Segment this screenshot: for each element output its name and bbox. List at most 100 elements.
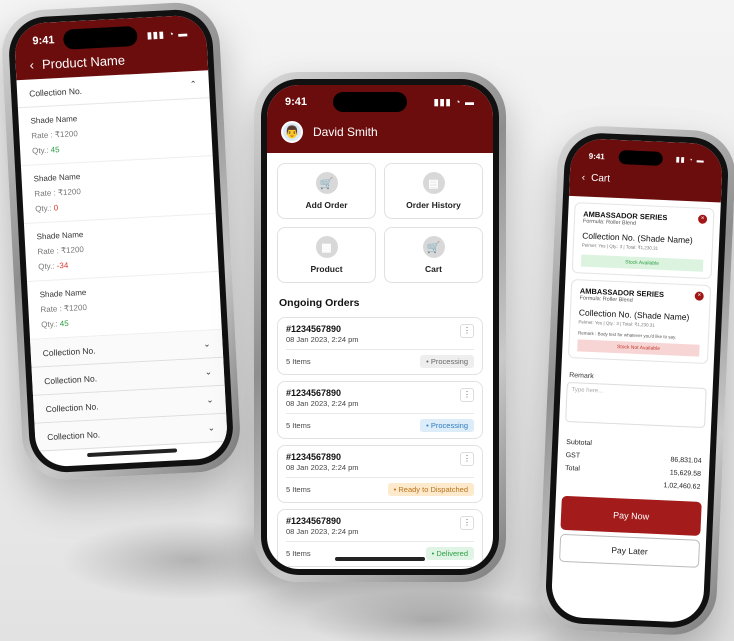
cart-add-icon: 🛒 (315, 172, 338, 194)
order-card[interactable]: ⋮ #1234567890 08 Jan 2023, 2:24 pm 5 Ite… (277, 317, 483, 375)
cart-header: 9:41 ▮▮ ◔ ▬ ‹ Cart (568, 137, 724, 203)
status-text: Processing (430, 357, 468, 366)
status-badge: • Processing (420, 419, 474, 432)
order-date: 08 Jan 2023, 2:24 pm (286, 335, 474, 350)
qty-value: 45 (59, 318, 69, 329)
gst-label: GST (565, 451, 581, 460)
pay-now-button[interactable]: Pay Now (560, 495, 702, 536)
shade-item[interactable]: Shade Name Rate : ₹1200 Qty.: 45 (27, 271, 222, 340)
status-time: 9:41 (588, 151, 605, 161)
status-text: Processing (430, 421, 468, 430)
shade-item[interactable]: Shade Name Rate : ₹1200 Qty.: 0 (20, 156, 216, 225)
total-label: Total (564, 464, 581, 473)
page-title: Cart (590, 172, 611, 185)
remark-input[interactable]: Type here... (565, 381, 707, 429)
dynamic-island (63, 25, 139, 50)
phone-product-screen: 9:41 ▮▮▮ ◔ ▬ ‹ Product Name Collection No… (0, 0, 243, 482)
boxes-icon: ▦ (315, 236, 338, 258)
signal-icon: ▮▮▮ ◔ ▬ (146, 27, 189, 40)
order-id: #1234567890 (286, 452, 342, 462)
status-badge: • Ready to Dispatched (387, 483, 474, 496)
collection-label: Collection No. (42, 344, 96, 358)
more-options-icon[interactable]: ⋮ (460, 516, 474, 530)
dynamic-island (618, 149, 663, 166)
pay-later-button[interactable]: Pay Later (559, 533, 701, 568)
cart-item[interactable]: × AMBASSADOR SERIES Formula: Roller Blen… (571, 202, 715, 280)
order-id: #1234567890 (286, 388, 342, 398)
tile-product[interactable]: ▦ Product (277, 227, 376, 283)
home-indicator (87, 448, 178, 458)
qty-value: -34 (56, 260, 69, 271)
qty-label: Qty.: (41, 319, 58, 330)
phone-cart-screen: 9:41 ▮▮ ◔ ▬ ‹ Cart × AMBASSADOR SERIES For… (537, 124, 734, 637)
status-time: 9:41 (285, 96, 308, 108)
home-indicator (335, 557, 425, 561)
product-header: 9:41 ▮▮▮ ◔ ▬ ‹ Product Name (13, 14, 209, 81)
more-options-icon[interactable]: ⋮ (460, 452, 474, 466)
order-card[interactable]: ⋮ #1234567890 08 Jan 2023, 2:24 pm 5 Ite… (277, 381, 483, 439)
stock-status: Stock Not Available (577, 339, 700, 357)
item-remark: Remark : Body text for whatever you'd li… (577, 330, 677, 340)
subtotal-value: 86,831.04 (670, 456, 702, 465)
collection-label: Collection No. (28, 85, 83, 99)
gst-value: 15,629.58 (669, 469, 702, 478)
chevron-down-icon: ⌄ (203, 338, 211, 349)
order-card[interactable]: ⋮ #1234567890 08 Jan 2023, 2:24 pm 5 Ite… (277, 445, 483, 503)
order-items: 5 Items (286, 357, 311, 366)
qty-value: 45 (50, 145, 60, 155)
signal-icon: ▮▮ ◔ ▬ (675, 156, 705, 165)
remove-icon[interactable]: × (694, 291, 704, 301)
status-time: 9:41 (32, 34, 55, 48)
remove-icon[interactable]: × (697, 214, 708, 224)
tile-label: Order History (406, 200, 461, 210)
shade-item[interactable]: Shade Name Rate : ₹1200 Qty.: 45 (17, 98, 213, 167)
collection-label: Collection No. (45, 400, 99, 414)
qty-value: 0 (53, 203, 59, 213)
cart-item[interactable]: × AMBASSADOR SERIES Formula: Roller Blen… (567, 279, 712, 365)
qty-label: Qty.: (34, 203, 52, 214)
order-items: 5 Items (286, 421, 311, 430)
subtotal-label: Subtotal (566, 438, 593, 448)
shade-item[interactable]: Shade Name Rate : ₹1200 Qty.: -34 (23, 214, 219, 282)
avatar[interactable]: 👨 (281, 121, 303, 143)
order-items: 5 Items (286, 485, 311, 494)
tile-cart[interactable]: 🛒 Cart (384, 227, 483, 283)
dynamic-island (333, 92, 408, 112)
chevron-up-icon: ⌃ (189, 78, 198, 90)
cart-icon: 🛒 (422, 236, 445, 258)
order-id: #1234567890 (286, 324, 342, 334)
order-date: 08 Jan 2023, 2:24 pm (286, 527, 474, 542)
page-title: Product Name (41, 52, 126, 72)
tile-order-history[interactable]: ▤ Order History (384, 163, 483, 219)
chevron-down-icon: ⌄ (206, 394, 214, 405)
user-name: David Smith (313, 125, 378, 139)
phone-home-screen: 9:41 ▮▮▮ ◔ ▬ 👨 David Smith 🛒 Add Order ▤ Ord… (254, 72, 506, 582)
status-text: Delivered (436, 549, 468, 558)
order-date: 08 Jan 2023, 2:24 pm (286, 463, 474, 478)
tile-add-order[interactable]: 🛒 Add Order (277, 163, 376, 219)
order-items: 5 Items (286, 549, 311, 558)
signal-icon: ▮▮▮ ◔ ▬ (433, 96, 475, 107)
order-id: #1234567890 (286, 516, 342, 526)
tile-label: Cart (424, 264, 442, 274)
home-header: 9:41 ▮▮▮ ◔ ▬ 👨 David Smith (267, 85, 493, 153)
floor-shadow (300, 590, 560, 641)
section-title: Ongoing Orders (279, 297, 360, 309)
back-icon[interactable]: ‹ (582, 172, 586, 183)
more-options-icon[interactable]: ⋮ (460, 388, 474, 402)
qty-label: Qty.: (38, 261, 55, 272)
tile-label: Add Order (305, 200, 348, 210)
chevron-down-icon: ⌄ (207, 422, 216, 433)
more-options-icon[interactable]: ⋮ (460, 324, 474, 338)
order-date: 08 Jan 2023, 2:24 pm (286, 399, 474, 414)
status-text: Ready to Dispatched (398, 485, 468, 494)
status-badge: • Delivered (425, 547, 474, 560)
back-icon[interactable]: ‹ (29, 57, 34, 72)
collection-label: Collection No. (46, 428, 101, 442)
collection-label: Collection No. (43, 372, 98, 386)
stock-status: Stock Available (580, 254, 704, 272)
chevron-down-icon: ⌄ (204, 366, 213, 377)
status-badge: • Processing (420, 355, 474, 368)
document-icon: ▤ (422, 172, 445, 194)
qty-label: Qty.: (31, 145, 49, 156)
